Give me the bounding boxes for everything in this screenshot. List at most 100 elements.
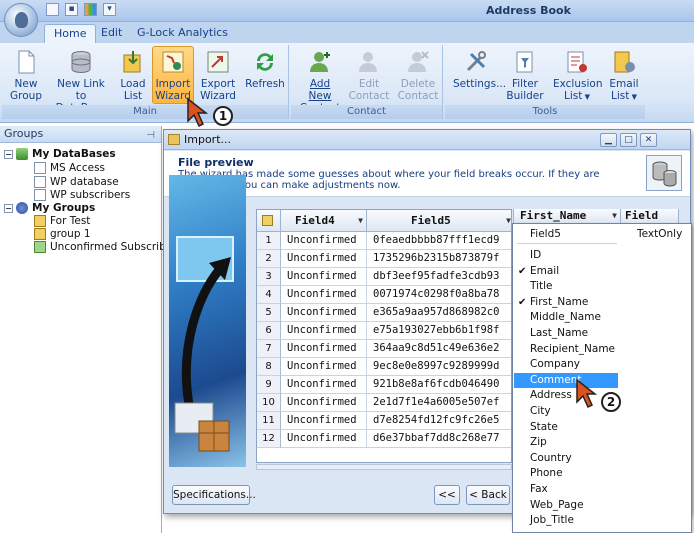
tree-node-my-groups[interactable]: − My Groups [4,202,95,214]
cell-field4[interactable]: Unconfirmed [281,394,367,412]
cell-field5[interactable]: d7e8254fd12fc9fc26e5 [367,412,511,430]
minimize-icon[interactable]: ▁ [600,133,617,147]
dropdown-item-job-title[interactable]: Job_Title [514,513,618,528]
dropdown-item-company[interactable]: Company [514,357,618,372]
dropdown-item-state[interactable]: State [514,420,618,435]
cell-field5[interactable]: dbf3eef95fadfe3cdb93 [367,268,511,286]
table-row[interactable]: 1 Unconfirmed 0feaedbbbb87fff1ecd9 [257,232,511,250]
select-all-corner[interactable] [257,210,281,232]
column-header-field4[interactable]: Field4 ▼ [281,210,367,232]
save-icon[interactable]: ▪ [65,3,78,16]
new-link-to-database-button[interactable]: New Link to DataBase [50,47,112,114]
filter-builder-button[interactable]: Filter Builder [505,47,545,102]
table-row[interactable]: 10 Unconfirmed 2e1d7f1e4a6005e507ef [257,394,511,412]
new-group-button[interactable]: New Group [6,47,46,102]
maximize-icon[interactable]: □ [620,133,637,147]
table-row[interactable]: 6 Unconfirmed e75a193027ebb6b1f98f [257,322,511,340]
table-row[interactable]: 3 Unconfirmed dbf3eef95fadfe3cdb93 [257,268,511,286]
cell-field4[interactable]: Unconfirmed [281,430,367,448]
dropdown-item-comment[interactable]: Comment [514,372,618,388]
dropdown-item-fax[interactable]: Fax [514,482,618,497]
cell-field5[interactable]: e75a193027ebb6b1f98f [367,322,511,340]
column-header-field[interactable]: Field [621,209,679,224]
exclusion-list-button[interactable]: Exclusion List ▼ [553,47,602,103]
tab-glock-analytics[interactable]: G-Lock Analytics [128,24,237,43]
column-dropdown-icon[interactable]: ▼ [358,210,363,231]
cell-field5[interactable]: 9ec8e0e8997c9289999d [367,358,511,376]
refresh-button[interactable]: Refresh [244,47,286,90]
import-wizard-button[interactable]: Import Wizard [152,46,194,104]
dropdown-item-country[interactable]: Country [514,451,618,466]
dropdown-item-recipient-name[interactable]: Recipient_Name [514,342,618,357]
tree-item-group-1[interactable]: group 1 [34,228,91,240]
table-row[interactable]: 2 Unconfirmed 1735296b2315b873879f [257,250,511,268]
collapse-icon[interactable]: − [4,149,13,159]
pin-icon[interactable]: ⊣ [146,128,155,144]
cell-field4[interactable]: Unconfirmed [281,232,367,250]
dropdown-item-email[interactable]: ✔ Email [514,264,618,279]
dropdown-item-middle-name[interactable]: Middle_Name [514,310,618,325]
cell-field4[interactable]: Unconfirmed [281,358,367,376]
tree-item-ms-access[interactable]: MS Access [34,162,105,174]
colors-icon[interactable] [84,3,97,16]
tree-item-for-test[interactable]: For Test [34,215,90,227]
cell-field4[interactable]: Unconfirmed [281,268,367,286]
horizontal-scrollbar[interactable] [256,464,512,470]
table-row[interactable]: 4 Unconfirmed 0071974c0298f0a8ba78 [257,286,511,304]
export-wizard-button[interactable]: Export Wizard [198,47,238,102]
tree-node-my-databases[interactable]: − My DataBases [4,148,116,160]
cell-field4[interactable]: Unconfirmed [281,286,367,304]
back-button[interactable]: < Back [466,485,510,505]
field-mapping-dropdown[interactable]: Field5 ID ✔ Email Title ✔ First_Name Middle_Nam… [512,223,692,533]
email-list-button[interactable]: Email List ▼ [605,47,643,103]
load-list-button[interactable]: Load List [116,47,150,102]
file-preview-grid[interactable]: Field4 ▼ Field5 ▼ 1 Unconfirmed 0feaedbbbb87… [256,209,512,463]
cell-field5[interactable]: 1735296b2315b873879f [367,250,511,268]
table-row[interactable]: 11 Unconfirmed d7e8254fd12fc9fc26e5 [257,412,511,430]
close-icon[interactable]: ✕ [640,133,657,147]
dropdown-item-phone[interactable]: Phone [514,466,618,481]
tab-home[interactable]: Home [44,24,97,43]
first-page-button[interactable]: << [434,485,460,505]
cell-field4[interactable]: Unconfirmed [281,340,367,358]
cell-field4[interactable]: Unconfirmed [281,322,367,340]
textonly-option[interactable]: TextOnly [637,228,682,240]
dropdown-item-field5[interactable]: Field5 [514,227,618,242]
tree-item-wp-database[interactable]: WP database [34,176,119,188]
cell-field4[interactable]: Unconfirmed [281,376,367,394]
edit-contact-button[interactable]: Edit Contact [347,47,391,102]
dropdown-item-title[interactable]: Title [514,279,618,294]
dropdown-item-zip[interactable]: Zip [514,435,618,450]
cell-field4[interactable]: Unconfirmed [281,412,367,430]
cell-field5[interactable]: 0071974c0298f0a8ba78 [367,286,511,304]
tab-edit[interactable]: Edit [92,24,131,43]
column-header-first-name[interactable]: First_Name ▼ [513,209,621,224]
delete-contact-button[interactable]: Delete Contact [395,47,441,102]
cell-field5[interactable]: 2e1d7f1e4a6005e507ef [367,394,511,412]
cell-field5[interactable]: e365a9aa957d868982c0 [367,304,511,322]
collapse-icon[interactable]: − [4,203,13,213]
table-row[interactable]: 12 Unconfirmed d6e37bbaf7dd8c268e77 [257,430,511,448]
cell-field4[interactable]: Unconfirmed [281,250,367,268]
tree-item-wp-subscribers[interactable]: WP subscribers [34,189,130,201]
dropdown-item-first-name[interactable]: ✔ First_Name [514,295,618,310]
dropdown-item-id[interactable]: ID [514,248,618,263]
column-dropdown-icon[interactable]: ▼ [612,209,617,223]
dropdown-item-last-name[interactable]: Last_Name [514,326,618,341]
table-row[interactable]: 5 Unconfirmed e365a9aa957d868982c0 [257,304,511,322]
tree-item-unconfirmed-subscribers[interactable]: Unconfirmed Subscribers [34,241,182,253]
cell-field5[interactable]: 921b8e8af6fcdb046490 [367,376,511,394]
specifications-button[interactable]: Specifications... [172,485,256,505]
cell-field5[interactable]: 0feaedbbbb87fff1ecd9 [367,232,511,250]
table-row[interactable]: 9 Unconfirmed 921b8e8af6fcdb046490 [257,376,511,394]
dropdown-item-web-page[interactable]: Web_Page [514,498,618,513]
add-new-contact-button[interactable]: Add New Contact [297,47,343,114]
settings-button[interactable]: Settings... [453,47,506,90]
cell-field5[interactable]: d6e37bbaf7dd8c268e77 [367,430,511,448]
column-header-field5[interactable]: Field5 ▼ [367,210,511,232]
column-dropdown-icon[interactable]: ▼ [506,210,511,231]
table-row[interactable]: 8 Unconfirmed 9ec8e0e8997c9289999d [257,358,511,376]
table-row[interactable]: 7 Unconfirmed 364aa9c8d51c49e636e2 [257,340,511,358]
new-doc-icon[interactable] [46,3,59,16]
qat-customize-icon[interactable]: ▾ [103,3,116,16]
